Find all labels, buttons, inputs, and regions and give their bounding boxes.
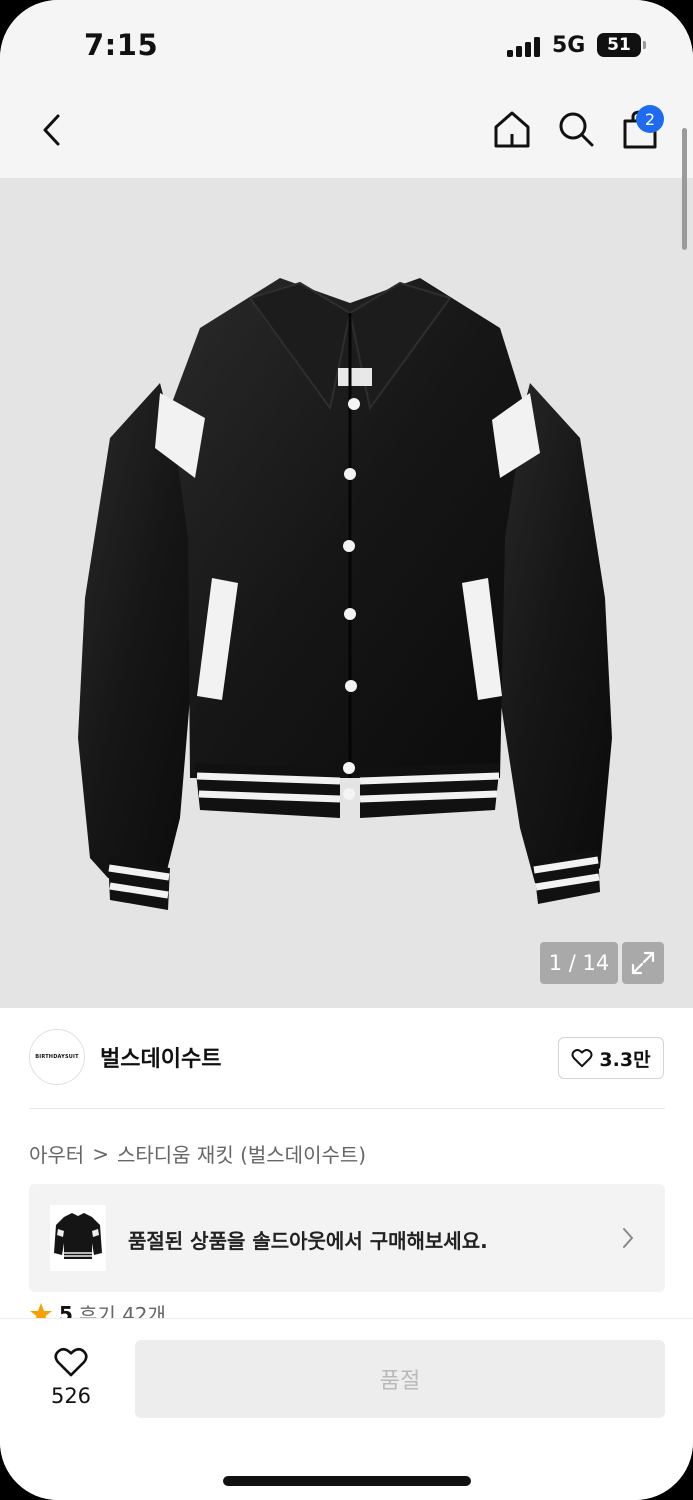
product-image-gallery[interactable] <box>0 178 693 1008</box>
image-counter: 1 / 14 <box>540 942 618 984</box>
search-button[interactable] <box>553 106 599 152</box>
battery-icon: 51 <box>597 33 646 57</box>
brand-like-button[interactable]: 3.3만 <box>558 1037 664 1079</box>
breadcrumb-separator: > <box>92 1141 109 1166</box>
soldout-product-thumbnail <box>50 1205 106 1271</box>
expand-image-button[interactable] <box>622 942 664 984</box>
status-bar: 7:15 5G 51 <box>0 0 693 92</box>
divider <box>29 1108 665 1109</box>
status-time: 7:15 <box>84 28 159 62</box>
product-detail-screen: 7:15 5G 51 2 1 / 14 BIRTHDAYSUIT 벌스데이수트 … <box>0 0 693 1500</box>
network-type: 5G <box>552 33 586 58</box>
expand-icon <box>631 951 655 975</box>
product-jacket-image <box>78 278 612 910</box>
chevron-right-icon <box>623 1228 633 1248</box>
scroll-indicator[interactable] <box>682 128 687 250</box>
cart-count-badge: 2 <box>636 105 664 133</box>
breadcrumb-product[interactable]: 스타디움 재킷 (벌스데이수트) <box>117 1139 366 1168</box>
home-icon <box>494 111 530 148</box>
soldout-banner-text: 품절된 상품을 솔드아웃에서 구매해보세요. <box>128 1229 488 1253</box>
chevron-left-icon <box>43 114 60 146</box>
brand-name[interactable]: 벌스데이수트 <box>100 1041 221 1073</box>
wishlist-button[interactable] <box>48 1342 94 1382</box>
heart-icon <box>54 1347 88 1377</box>
search-icon <box>559 112 594 147</box>
heart-icon <box>571 1049 593 1068</box>
back-button[interactable] <box>30 108 74 152</box>
battery-level: 51 <box>607 35 631 55</box>
brand-like-count: 3.3만 <box>599 1048 651 1071</box>
brand-logo[interactable]: BIRTHDAYSUIT <box>29 1029 85 1085</box>
wishlist-count: 526 <box>50 1384 92 1408</box>
home-indicator[interactable] <box>223 1476 471 1486</box>
soldout-banner[interactable]: 품절된 상품을 솔드아웃에서 구매해보세요. <box>29 1184 665 1292</box>
breadcrumb-category[interactable]: 아우터 <box>29 1139 84 1168</box>
brand-logo-text: BIRTHDAYSUIT <box>35 1054 79 1060</box>
breadcrumb: 아우터 > 스타디움 재킷 (벌스데이수트) <box>29 1139 366 1168</box>
home-button[interactable] <box>489 106 535 152</box>
soldout-buy-button[interactable]: 품절 <box>135 1340 665 1418</box>
signal-icon <box>507 37 543 57</box>
